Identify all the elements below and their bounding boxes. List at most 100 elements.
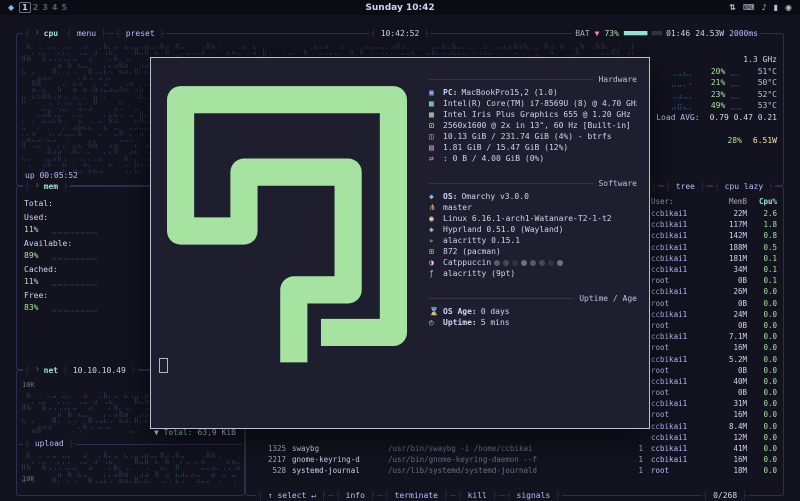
cpu-box-buttons: menu preset: [65, 28, 166, 39]
core-temp-graph: ⣀⡀: [730, 90, 742, 99]
swap-icon: ⇄: [429, 154, 443, 163]
info-line: ⇄: 0 B / 4.00 GiB (0%): [429, 153, 637, 164]
terminal-icon: ▹: [429, 236, 443, 245]
theme-color-dot: [557, 260, 563, 266]
fastfetch-section-uptime-age: ────────────────────────────────────────…: [429, 293, 637, 328]
theme-color-dot: [539, 260, 545, 266]
info-label: Uptime:: [443, 318, 477, 327]
process-row[interactable]: 528systemd-journal/usr/lib/systemd/syste…: [252, 465, 777, 476]
theme-color-dot: [530, 260, 536, 266]
info-value: alacritty (9pt): [443, 269, 515, 278]
system-tray: ⇅ ⌨ ♪ ▮ ◉: [729, 3, 792, 12]
info-label: OS Age:: [443, 307, 477, 316]
info-line: ◫10.13 GiB / 231.74 GiB (4%) - btrfs: [429, 131, 637, 142]
process-row[interactable]: ccbikai112M0.0: [252, 432, 777, 443]
net-upload-tab[interactable]: upload: [23, 438, 76, 449]
battery-status: BAT▼73%■■■■■■■■■■01:4624.53W2000ms: [572, 28, 761, 39]
process-row[interactable]: 2217gnome-keyring-d/usr/bin/gnome-keyrin…: [252, 454, 777, 465]
net-download-total: ▼ Total: 63,9 KiB: [154, 428, 236, 437]
network-icon[interactable]: ⇅: [729, 3, 736, 12]
proc-action-kill[interactable]: kill: [456, 490, 499, 501]
cpu-button-preset[interactable]: preset: [114, 28, 167, 39]
cpu-core-row: ⢀⣠⣀⡀23%⣀⡀52°C: [637, 89, 777, 101]
core-temp-graph: ⣀⣀: [730, 101, 742, 110]
info-value: MacBookPro15,2 (1.0): [461, 88, 557, 97]
info-line: ⊡2560x1600 @ 2x in 13", 60 Hz [Built-in]: [429, 120, 637, 131]
packages-icon: ⊞: [429, 247, 443, 256]
power-icon[interactable]: ◉: [785, 3, 792, 12]
info-line: ◉Linux 6.16.1-arch1-Watanare-T2-1-t2: [429, 213, 637, 224]
theme-color-dot: [512, 260, 518, 266]
info-line: ⊞872 (pacman): [429, 246, 637, 257]
core-percent: 20%: [699, 67, 725, 76]
cpu-button-menu[interactable]: menu: [65, 28, 108, 39]
net-interface-ip[interactable]: 10.10.10.49: [61, 365, 138, 376]
info-value: Omarchy v3.0.0: [461, 192, 528, 201]
proc-action-signals[interactable]: signals: [505, 490, 562, 501]
info-line: ▤1.81 GiB / 15.47 GiB (12%): [429, 142, 637, 153]
display-icon: ⊡: [429, 121, 443, 130]
core-temp: 53°C: [747, 101, 777, 110]
fastfetch-section-software: ────────────────────────────────────────…: [429, 178, 637, 279]
info-line: ƒalacritty (9pt): [429, 268, 637, 279]
cpu-core-row: ⣠⣶⣄⡀49%⣀⣀53°C: [637, 100, 777, 112]
info-line: ◈Hyprland 0.51.0 (Wayland): [429, 224, 637, 235]
btop-clock: 10:42:52: [369, 28, 431, 39]
proc-action--select-[interactable]: ↑ select ↵: [256, 490, 328, 501]
info-line: ⋔master: [429, 202, 637, 213]
proc-sort-tree[interactable]: tree: [664, 181, 707, 192]
info-label: PC:: [443, 88, 457, 97]
battery-label: BAT: [575, 28, 589, 39]
cpu-total-percent: 28%: [727, 136, 741, 145]
info-line: ⌛OS Age:0 days: [429, 306, 637, 317]
cpu-total-row: 28%6.51W: [637, 135, 777, 147]
volume-icon[interactable]: ♪: [762, 3, 767, 12]
theme-icon: ◑: [429, 258, 443, 267]
info-line: ◆OS:Omarchy v3.0.0: [429, 191, 637, 202]
battery-icon[interactable]: ▮: [774, 3, 778, 12]
info-value: 872 (pacman): [443, 247, 501, 256]
terminal-cursor[interactable]: [159, 358, 168, 373]
battery-power: 24.53W: [695, 28, 724, 39]
info-value: Intel Iris Plus Graphics 655 @ 1.20 GHz …: [443, 110, 637, 119]
process-row[interactable]: 1325swaybg/usr/bin/swaybg -i /home/ccbik…: [252, 443, 777, 454]
workspace-1[interactable]: 1: [19, 2, 31, 13]
info-line: ◴Uptime:5 mins: [429, 317, 637, 328]
info-value: Linux 6.16.1-arch1-Watanare-T2-1-t2: [443, 214, 612, 223]
load-average-row: Load AVG:0.79 0.47 0.21: [637, 112, 777, 124]
keyboard-icon[interactable]: ⌨: [743, 3, 755, 12]
omarchy-logo-icon[interactable]: ◆: [8, 3, 14, 12]
clock: Sunday 10:42: [365, 3, 434, 13]
battery-meter: ■■■■■■■: [624, 28, 647, 39]
proc-action-terminate[interactable]: terminate: [383, 490, 450, 501]
separator-dashes: ────────────────────────────────────────…: [429, 179, 593, 188]
info-line: ▹alacritty 0.15.1: [429, 235, 637, 246]
info-value: 10.13 GiB / 231.74 GiB (4%) - btrfs: [443, 132, 612, 141]
workspace-2[interactable]: 2: [31, 3, 41, 12]
git-branch-icon: ⋔: [429, 203, 443, 212]
refresh-rate[interactable]: 2000ms: [729, 28, 758, 39]
info-value: master: [443, 203, 472, 212]
battery-discharge-icon: ▼: [595, 28, 600, 39]
separator-dashes: ────────────────────────────────────────…: [429, 75, 593, 84]
os-age-icon: ⌛: [429, 307, 443, 316]
core-percent: 49%: [699, 101, 725, 110]
fastfetch-section-hardware: ────────────────────────────────────────…: [429, 74, 637, 164]
info-line: ▣PC:MacBookPro15,2 (1.0): [429, 87, 637, 98]
proc-sort-cpu-lazy[interactable]: cpu lazy: [713, 181, 775, 192]
proc-action-info[interactable]: info: [334, 490, 377, 501]
uptime-label: up 00:05:52: [25, 171, 78, 180]
cpu-box-title: ¹cpu: [23, 28, 70, 39]
theme-color-dot: [521, 260, 527, 266]
core-temp: 50°C: [747, 78, 777, 87]
mem-meter: ⣀⣀⣀⣀⣀⣀⣀⣀: [51, 251, 98, 263]
core-graph: ⣀⣀⡀⠄: [671, 78, 694, 87]
mem-box-title: ²mem: [23, 181, 70, 192]
workspace-5[interactable]: 5: [59, 3, 69, 12]
wm-icon: ◈: [429, 225, 443, 234]
cpu-core-row: ⣀⣀⡀⠄21%⣀⡀50°C: [637, 77, 777, 89]
section-header: ────────────────────────────────────────…: [429, 293, 637, 304]
core-temp: 52°C: [747, 90, 777, 99]
net-scale-top: 10K: [22, 381, 35, 389]
workspace-3[interactable]: 3: [40, 3, 50, 12]
